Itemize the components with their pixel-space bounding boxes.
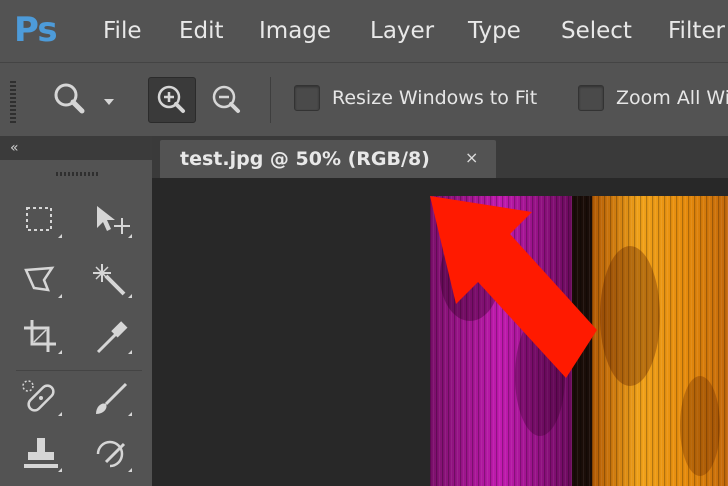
tools-panel-grip[interactable] [56, 172, 98, 176]
menu-edit[interactable]: Edit [179, 15, 224, 47]
zoom-out-button[interactable] [204, 77, 250, 123]
tools-divider [16, 370, 142, 371]
menu-image[interactable]: Image [259, 15, 331, 47]
photoshop-logo[interactable]: Ps [14, 8, 58, 52]
resize-windows-label[interactable]: Resize Windows to Fit [332, 83, 537, 113]
rectangular-marquee-tool[interactable] [18, 198, 64, 244]
eyedropper-tool[interactable] [88, 314, 134, 360]
document-tab-title[interactable]: test.jpg @ 50% (RGB/8) [180, 145, 430, 173]
zoom-in-icon [157, 85, 185, 113]
menu-filter[interactable]: Filter [668, 15, 725, 47]
options-bar-grip[interactable] [10, 81, 16, 123]
magic-wand-tool[interactable] [88, 258, 134, 304]
brush-icon [96, 382, 132, 416]
zoom-all-windows-label[interactable]: Zoom All Wi [616, 83, 728, 113]
wood-texture-image [430, 196, 728, 486]
history-brush-tool[interactable] [88, 432, 134, 478]
crop-icon [24, 320, 62, 354]
tools-panel-header[interactable]: « [0, 136, 152, 160]
options-bar: Resize Windows to Fit Zoom All Wi [0, 62, 728, 137]
menu-type[interactable]: Type [468, 15, 521, 47]
move-tool[interactable] [88, 198, 134, 244]
canvas-area[interactable] [152, 178, 728, 486]
move-icon [97, 206, 132, 238]
lasso-icon [24, 266, 62, 298]
document-image[interactable] [430, 196, 728, 486]
crop-tool[interactable] [18, 314, 64, 360]
document-tab[interactable]: test.jpg @ 50% (RGB/8) × [160, 140, 496, 178]
lasso-tool[interactable] [18, 258, 64, 304]
zoom-in-button[interactable] [148, 77, 196, 123]
chevron-down-icon [104, 99, 114, 105]
spot-healing-tool[interactable] [18, 376, 64, 422]
menu-file[interactable]: File [103, 15, 142, 47]
zoom-tool-icon [54, 83, 114, 114]
clone-stamp-tool[interactable] [18, 432, 64, 478]
tools-panel: « [0, 136, 152, 486]
options-divider [270, 77, 271, 123]
menu-layer[interactable]: Layer [370, 15, 434, 47]
magic-wand-icon [93, 264, 132, 298]
spot-healing-icon [22, 380, 62, 416]
clone-stamp-icon [24, 438, 62, 472]
resize-windows-checkbox[interactable] [294, 85, 320, 111]
zoom-all-windows-checkbox[interactable] [578, 85, 604, 111]
history-brush-icon [96, 440, 132, 472]
tool-preset-picker[interactable] [48, 79, 118, 121]
zoom-out-icon [212, 85, 240, 113]
rectangular-marquee-icon [26, 207, 62, 238]
menu-select[interactable]: Select [561, 15, 632, 47]
close-icon[interactable]: × [465, 147, 478, 169]
collapse-panel-icon[interactable]: « [10, 139, 19, 157]
menu-bar: Ps File Edit Image Layer Type Select Fil… [0, 0, 728, 62]
brush-tool[interactable] [88, 376, 134, 422]
document-tab-strip: test.jpg @ 50% (RGB/8) × [152, 136, 728, 178]
eyedropper-icon [96, 321, 132, 354]
